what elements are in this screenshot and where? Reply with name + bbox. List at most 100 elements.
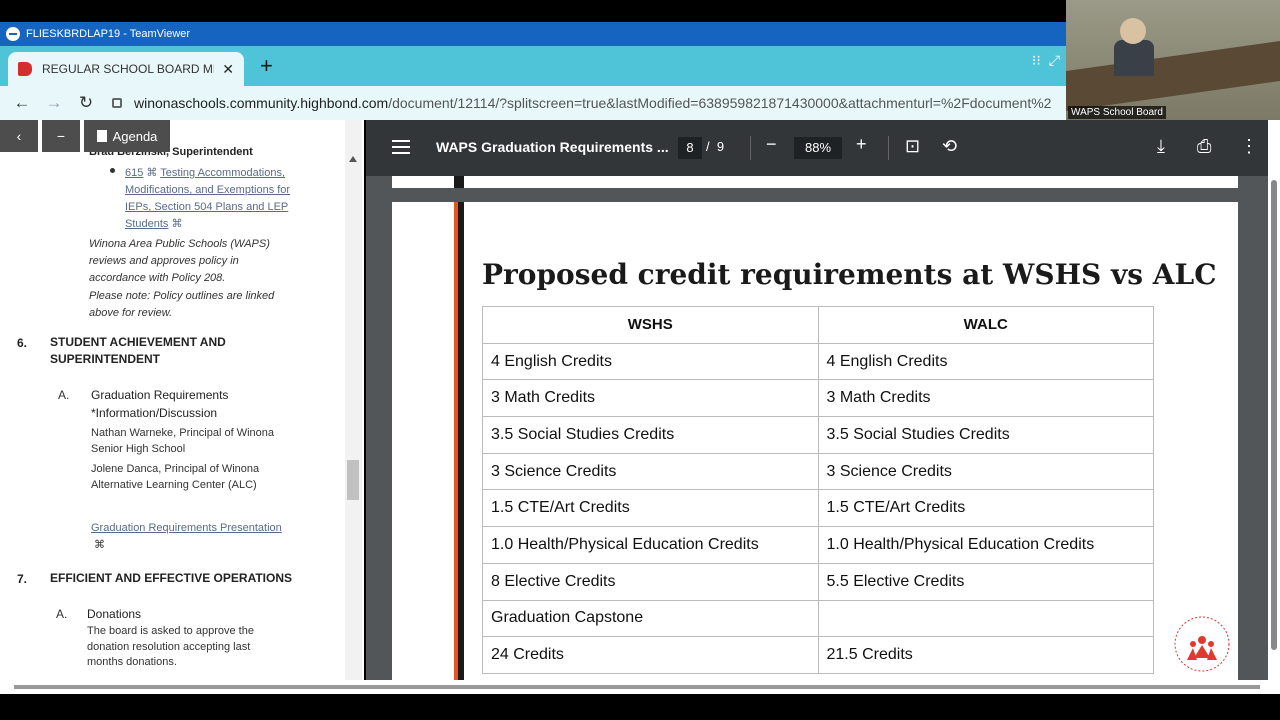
table-row: 3 Science Credits 3 Science Credits bbox=[482, 452, 1154, 491]
download-icon[interactable]: ⤓ bbox=[1157, 136, 1165, 157]
table-cell: 3 Science Credits bbox=[817, 452, 1154, 491]
policy-note: Winona Area Public Schools (WAPS) review… bbox=[89, 238, 270, 284]
table-cell: 4 English Credits bbox=[817, 342, 1154, 381]
favicon-icon bbox=[18, 62, 32, 76]
screen: FLIESKBRDLAP19 - TeamViewer REGULAR SCHO… bbox=[0, 0, 1280, 720]
fullscreen-icon[interactable]: ⤢ bbox=[1049, 52, 1060, 69]
item-6a-title[interactable]: Graduation Requirements *Information/Dis… bbox=[91, 386, 271, 422]
agenda-toolbar: ‹ − Agenda bbox=[0, 120, 170, 154]
slide-title: Proposed credit requirements at WSHS vs … bbox=[482, 258, 1217, 291]
zoom-input[interactable]: 88% bbox=[794, 137, 842, 159]
more-options-icon[interactable]: ⋮ bbox=[1240, 136, 1258, 157]
collapse-left-button[interactable]: ‹ bbox=[0, 120, 38, 152]
section-6-number: 6. bbox=[17, 336, 28, 350]
agenda-panel: Brad Berzinski, Superintendent ‹ − Agend… bbox=[0, 120, 364, 680]
table-cell: 5.5 Elective Credits bbox=[817, 562, 1154, 601]
page-separator: / bbox=[706, 139, 710, 154]
pdf-scrollbar[interactable] bbox=[1268, 120, 1280, 680]
page-count: / 9 bbox=[706, 139, 724, 154]
video-person-head bbox=[1120, 18, 1146, 44]
video-person-body bbox=[1114, 40, 1154, 76]
table-row: 3.5 Social Studies Credits 3.5 Social Stu… bbox=[482, 416, 1154, 454]
agenda-label: Agenda bbox=[112, 128, 158, 144]
slide-accent-stripe bbox=[454, 202, 464, 680]
pdf-page: Proposed credit requirements at WSHS vs … bbox=[392, 202, 1238, 680]
section-7-number: 7. bbox=[17, 572, 28, 586]
scroll-up-icon[interactable] bbox=[349, 156, 357, 162]
url-domain: winonaschools.community.highbond.com bbox=[134, 95, 389, 111]
pdf-title: WAPS Graduation Requirements ... bbox=[436, 139, 669, 155]
scrollbar-thumb[interactable] bbox=[14, 685, 1260, 689]
table-cell: 21.5 Credits bbox=[817, 636, 1154, 674]
document-icon bbox=[96, 130, 107, 142]
table-row: 8 Elective Credits 5.5 Elective Credits bbox=[482, 562, 1154, 601]
item-6a-presenter-2: Jolene Danca, Principal of Winona Altern… bbox=[91, 463, 260, 491]
close-tab-icon[interactable]: ✕ bbox=[222, 61, 234, 78]
graduation-presentation-link[interactable]: Graduation Requirements Presentation bbox=[91, 522, 282, 534]
table-cell: 1.5 CTE/Art Credits bbox=[817, 489, 1154, 528]
table-cell: 24 Credits bbox=[482, 636, 819, 674]
table-row: 24 Credits 21.5 Credits bbox=[482, 636, 1154, 674]
zoom-out-icon[interactable]: − bbox=[766, 134, 777, 155]
agenda-button[interactable]: Agenda bbox=[84, 120, 170, 152]
attachment-clip-icon: ⌘ bbox=[94, 539, 105, 551]
agenda-scrollbar[interactable] bbox=[345, 120, 362, 680]
link-clip-icon: ⌘ bbox=[146, 167, 161, 179]
table-cell: 3.5 Social Studies Credits bbox=[817, 416, 1154, 454]
fit-page-icon[interactable]: ⊡ bbox=[905, 136, 920, 157]
table-cell: Graduation Capstone bbox=[482, 599, 819, 638]
table-cell: 3.5 Social Studies Credits bbox=[482, 416, 819, 454]
table-row: Graduation Capstone bbox=[482, 599, 1154, 638]
lock-icon bbox=[112, 98, 122, 108]
teamviewer-window-controls: ⁝⁝ ⤢ bbox=[1032, 52, 1060, 69]
tab-title: REGULAR SCHOOL BOARD MEETI bbox=[42, 62, 214, 76]
page-number-input[interactable]: 8 bbox=[678, 137, 702, 159]
forward-arrow-icon[interactable]: → bbox=[38, 93, 70, 113]
rotate-icon[interactable]: ⟲ bbox=[942, 136, 957, 157]
table-cell: 1.0 Health/Physical Education Credits bbox=[817, 526, 1154, 564]
pdf-viewer: WAPS Graduation Requirements ... 8 / 9 −… bbox=[366, 120, 1268, 680]
item-6a-letter: A. bbox=[58, 388, 70, 402]
section-6-title: STUDENT ACHIEVEMENT AND SUPERINTENDENT bbox=[50, 335, 226, 366]
section-7-title: EFFICIENT AND EFFECTIVE OPERATIONS bbox=[50, 571, 293, 585]
toolbar-divider bbox=[888, 136, 889, 160]
scrollbar-thumb[interactable] bbox=[347, 460, 359, 500]
column-header-wshs: WSHS bbox=[482, 306, 819, 344]
back-arrow-icon[interactable]: ← bbox=[6, 93, 38, 113]
toolbar-divider bbox=[750, 136, 751, 160]
menu-icon[interactable] bbox=[392, 140, 410, 154]
policy-link[interactable]: 615 ⌘ Testing Accommodations, Modificati… bbox=[125, 165, 305, 233]
table-cell: 1.0 Health/Physical Education Credits bbox=[482, 526, 819, 564]
new-tab-button[interactable]: + bbox=[260, 54, 273, 78]
item-7a-letter: A. bbox=[56, 607, 68, 621]
policy-note-2: Please note: Policy outlines are linked … bbox=[89, 290, 275, 319]
print-icon[interactable]: ⎙ bbox=[1197, 136, 1211, 157]
table-row: 4 English Credits 4 English Credits bbox=[482, 342, 1154, 381]
grid-icon[interactable]: ⁝⁝ bbox=[1032, 52, 1041, 69]
attachment-clip-icon: ⌘ bbox=[171, 218, 183, 230]
zoom-in-icon[interactable]: + bbox=[856, 134, 867, 155]
reload-icon[interactable]: ↻ bbox=[70, 93, 102, 113]
winona-schools-logo bbox=[1174, 616, 1230, 672]
table-cell: 4 English Credits bbox=[482, 342, 819, 381]
list-bullet bbox=[110, 168, 115, 173]
item-7a-title[interactable]: Donations bbox=[87, 605, 267, 623]
horizontal-scrollbar[interactable] bbox=[0, 680, 1280, 694]
table-cell bbox=[817, 599, 1154, 638]
page-stripe bbox=[454, 176, 464, 188]
table-cell: 3 Science Credits bbox=[482, 452, 819, 491]
table-cell: 1.5 CTE/Art Credits bbox=[482, 489, 819, 528]
table-row: 3 Math Credits 3 Math Credits bbox=[482, 379, 1154, 418]
previous-page-edge bbox=[392, 176, 1238, 188]
item-7a-description: The board is asked to approve the donati… bbox=[87, 625, 254, 668]
minimize-button[interactable]: − bbox=[42, 120, 80, 152]
teamviewer-title: FLIESKBRDLAP19 - TeamViewer bbox=[26, 28, 191, 40]
table-cell: 8 Elective Credits bbox=[482, 562, 819, 601]
scrollbar-thumb[interactable] bbox=[1271, 180, 1277, 650]
table-row: 1.0 Health/Physical Education Credits 1.0… bbox=[482, 526, 1154, 564]
policy-number[interactable]: 615 bbox=[125, 167, 143, 179]
table-header-row: WSHS WALC bbox=[482, 306, 1154, 344]
teamviewer-logo-icon bbox=[6, 27, 20, 41]
table-row: 1.5 CTE/Art Credits 1.5 CTE/Art Credits bbox=[482, 489, 1154, 528]
browser-tab[interactable]: REGULAR SCHOOL BOARD MEETI ✕ bbox=[8, 52, 244, 86]
